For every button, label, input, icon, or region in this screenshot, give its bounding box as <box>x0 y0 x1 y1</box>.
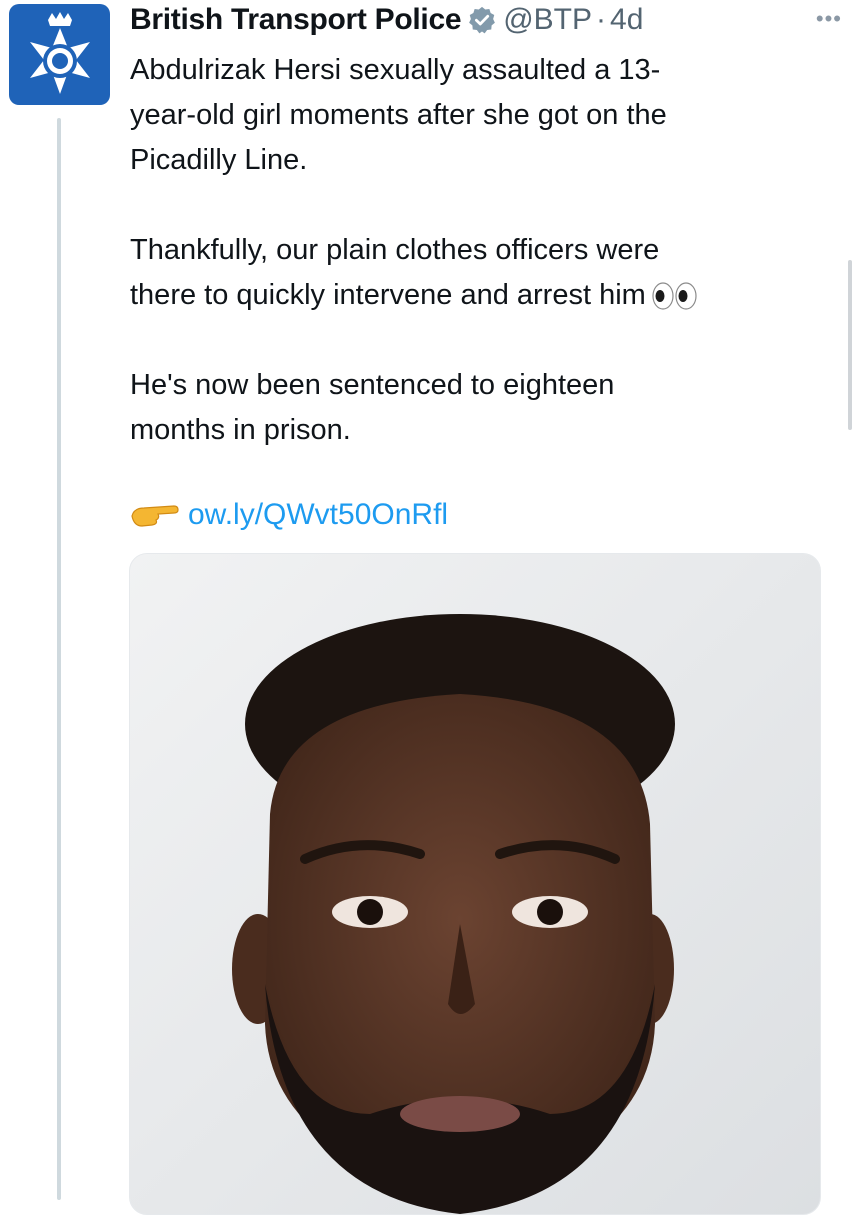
tweet-link[interactable]: ow.ly/QWvt50OnRfl <box>188 498 448 532</box>
avatar[interactable] <box>9 4 110 105</box>
thread-line <box>57 118 61 1200</box>
text-line: He's now been sentenced to eighteen <box>130 369 615 401</box>
link-row: ow.ly/QWvt50OnRfl <box>130 490 448 540</box>
text-line: there to quickly intervene and arrest hi… <box>130 279 646 311</box>
police-crest-icon <box>29 11 90 94</box>
tweet-header: British Transport Police @BTP · 4d <box>130 0 830 40</box>
text-line: Picadilly Line. <box>130 144 308 176</box>
text-line: Thankfully, our plain clothes officers w… <box>130 234 660 266</box>
mugshot-image <box>130 554 820 1214</box>
pointing-hand-icon <box>131 505 179 527</box>
handle[interactable]: @BTP <box>503 3 592 37</box>
text-line: Abdulrizak Hersi sexually assaulted a 13… <box>130 54 661 86</box>
tweet-text: Abdulrizak Hersi sexually assaulted a 13… <box>130 48 830 453</box>
eyes-emoji-icon <box>652 282 697 310</box>
media-photo[interactable] <box>129 553 821 1215</box>
more-options-icon[interactable]: ••• <box>816 6 842 32</box>
scrollbar[interactable] <box>848 260 852 430</box>
timestamp[interactable]: 4d <box>610 3 643 37</box>
text-line-with-emoji: there to quickly intervene and arrest hi… <box>130 273 830 318</box>
separator-dot: · <box>596 3 607 36</box>
text-line: months in prison. <box>130 414 351 446</box>
display-name[interactable]: British Transport Police <box>130 3 462 37</box>
text-line: year-old girl moments after she got on t… <box>130 99 667 131</box>
verified-badge-icon <box>469 6 496 34</box>
